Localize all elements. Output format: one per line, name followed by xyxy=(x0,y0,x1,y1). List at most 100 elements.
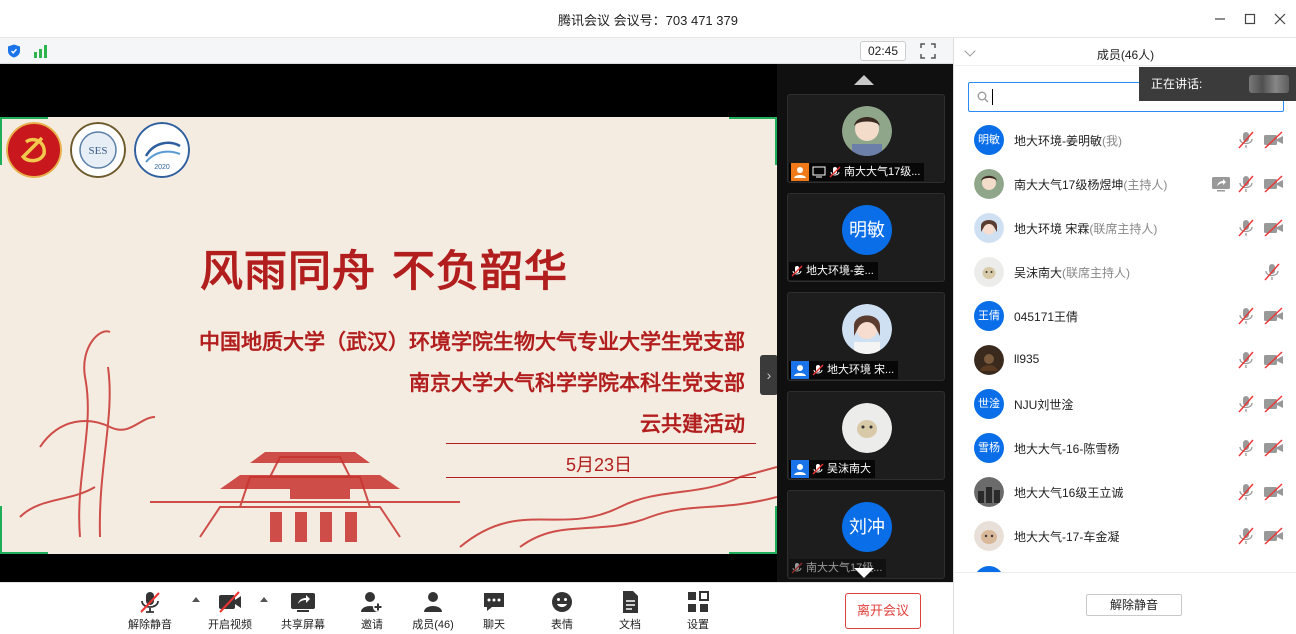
unmute-all-button[interactable]: 解除静音 xyxy=(1086,594,1182,616)
settings-button[interactable]: 设置 xyxy=(668,585,728,633)
video-tile[interactable]: 吴沫南大 xyxy=(787,391,945,480)
member-row[interactable]: 地大大气16级王立诚 xyxy=(954,470,1296,514)
mic-muted-icon[interactable] xyxy=(1237,307,1255,325)
window-title: 腾讯会议 会议号：703 471 379 xyxy=(558,13,738,28)
start-video-label: 开启视频 xyxy=(208,619,252,631)
maximize-icon[interactable] xyxy=(1239,8,1261,30)
tile-caption: 地大环境-姜... xyxy=(789,262,878,280)
member-name: 吴沫南大(联席主持人) xyxy=(1014,264,1130,281)
member-row[interactable]: 南大大气17级杨煜坤(主持人) xyxy=(954,162,1296,206)
frame-corner xyxy=(729,117,777,165)
member-row[interactable]: 明敏 地大环境-姜明敏(我) xyxy=(954,118,1296,162)
camera-off-icon xyxy=(219,591,241,613)
camera-off-icon[interactable] xyxy=(1263,307,1285,325)
mic-muted-icon[interactable] xyxy=(1237,175,1255,193)
mic-muted-icon[interactable] xyxy=(1237,219,1255,237)
member-row[interactable]: 世淦 NJU刘世淦 xyxy=(954,382,1296,426)
slide-date: 5月23日 xyxy=(566,455,633,475)
camera-off-icon[interactable] xyxy=(1263,483,1285,501)
mic-muted-icon[interactable] xyxy=(1237,395,1255,413)
member-name-text: 南大大气17级杨煜坤 xyxy=(1014,178,1124,192)
mic-muted-icon[interactable] xyxy=(1237,351,1255,369)
status-bar: 02:45 xyxy=(0,38,953,64)
meeting-window: 腾讯会议 会议号：703 471 379 02:45 SES 2020 风雨同舟… xyxy=(0,0,1296,634)
cohost-icon xyxy=(791,460,809,478)
member-row[interactable]: 王倩 045171王倩 xyxy=(954,294,1296,338)
member-name-text: ll935 xyxy=(1014,352,1040,366)
camera-off-icon[interactable] xyxy=(1263,351,1285,369)
members-label: 成员(46) xyxy=(412,619,454,631)
video-options-icon[interactable] xyxy=(260,597,268,602)
members-panel: 成员(46人) 正在讲话: 明敏 地大环境-姜明敏(我) 南大大气17级杨煜坤(… xyxy=(953,38,1296,634)
mic-muted-icon[interactable] xyxy=(1237,439,1255,457)
svg-text:2020: 2020 xyxy=(154,164,170,171)
camera-off-icon[interactable] xyxy=(1263,131,1285,149)
shared-screen: SES 2020 风雨同舟 不负韶华 中国地质大学（武汉）环境学院生物大气专业大… xyxy=(0,117,777,554)
mic-muted-icon[interactable] xyxy=(1237,131,1255,149)
fullscreen-icon[interactable] xyxy=(920,43,936,59)
camera-off-icon[interactable] xyxy=(1263,527,1285,545)
minimize-icon[interactable] xyxy=(1209,8,1231,30)
member-row[interactable]: 地大大气-17-车金凝 xyxy=(954,514,1296,558)
camera-off-icon[interactable] xyxy=(1263,395,1285,413)
docs-button[interactable]: 文档 xyxy=(600,585,660,633)
member-name: 地大环境 宋霖(联席主持人) xyxy=(1014,220,1157,237)
avatar: 明敏 xyxy=(842,205,892,255)
meeting-toolbar: 解除静音 开启视频 共享屏幕 邀请 成员(46) 聊天 表情 文档 设置 离开会… xyxy=(0,582,953,634)
share-screen-button[interactable]: 共享屏幕 xyxy=(273,585,333,633)
mic-muted-icon[interactable] xyxy=(1263,263,1281,281)
scroll-up-icon[interactable] xyxy=(854,75,874,85)
meeting-timer: 02:45 xyxy=(860,41,906,61)
tile-name: 南大大气17级... xyxy=(844,166,921,178)
member-name-text: 地大大气-16-陈雪杨 xyxy=(1014,442,1120,456)
video-tile[interactable]: 地大环境 宋... xyxy=(787,292,945,381)
mic-muted-icon xyxy=(791,265,803,277)
chat-button[interactable]: 聊天 xyxy=(464,585,524,633)
docs-label: 文档 xyxy=(619,619,641,631)
member-name-text: 地大大气-17-车金凝 xyxy=(1014,530,1120,544)
avatar: 世淦 xyxy=(974,389,1004,419)
shield-icon[interactable] xyxy=(7,44,21,58)
video-strip: 南大大气17级... 明敏 地大环境-姜... 地大环境 宋... 吴沫南大 刘… xyxy=(777,64,953,582)
slide-divider xyxy=(446,443,756,444)
start-video-button[interactable]: 开启视频 xyxy=(200,585,260,633)
close-icon[interactable] xyxy=(1269,8,1291,30)
camera-off-icon[interactable] xyxy=(1263,439,1285,457)
host-icon xyxy=(791,163,809,181)
member-row[interactable]: 吴沫南大(联席主持人) xyxy=(954,250,1296,294)
unmute-button[interactable]: 解除静音 xyxy=(120,585,180,633)
invite-button[interactable]: 邀请 xyxy=(342,585,402,633)
avatar xyxy=(974,257,1004,287)
scroll-down-icon[interactable] xyxy=(854,568,874,578)
member-row[interactable]: 地大环境 宋霖(联席主持人) xyxy=(954,206,1296,250)
mic-muted-icon xyxy=(812,463,824,475)
frame-corner xyxy=(729,506,777,554)
audio-options-icon[interactable] xyxy=(192,597,200,602)
avatar xyxy=(974,213,1004,243)
member-name: ll935 xyxy=(1014,352,1039,366)
member-row[interactable]: 雪杨 地大大气-16-陈雪杨 xyxy=(954,426,1296,470)
member-name-text: NJU刘世淦 xyxy=(1014,398,1074,412)
leave-meeting-button[interactable]: 离开会议 xyxy=(845,593,921,629)
video-tile[interactable]: 明敏 地大环境-姜... xyxy=(787,193,945,282)
video-tile[interactable]: 刘冲 南大大气17级... xyxy=(787,490,945,579)
member-name: 地大大气16级王立诚 xyxy=(1014,484,1123,501)
speaker-name-blurred xyxy=(1249,75,1289,93)
mic-muted-icon[interactable] xyxy=(1237,527,1255,545)
chat-icon xyxy=(484,593,504,611)
camera-off-icon[interactable] xyxy=(1263,175,1285,193)
camera-off-icon[interactable] xyxy=(1263,219,1285,237)
party-emblem-logo xyxy=(6,122,62,178)
members-button[interactable]: 成员(46) xyxy=(403,585,463,633)
member-row[interactable]: ll935 xyxy=(954,338,1296,382)
reaction-button[interactable]: 表情 xyxy=(532,585,592,633)
member-role: (主持人) xyxy=(1123,178,1168,192)
unmute-label: 解除静音 xyxy=(128,619,172,631)
video-tile[interactable]: 南大大气17级... xyxy=(787,94,945,183)
signal-icon[interactable] xyxy=(33,44,49,58)
nju-atmos-logo: 2020 xyxy=(134,122,190,178)
member-row[interactable] xyxy=(954,558,1296,572)
collapse-strip-button[interactable]: › xyxy=(760,355,778,395)
mic-muted-icon[interactable] xyxy=(1237,483,1255,501)
tile-caption: 南大大气17级... xyxy=(789,163,925,181)
